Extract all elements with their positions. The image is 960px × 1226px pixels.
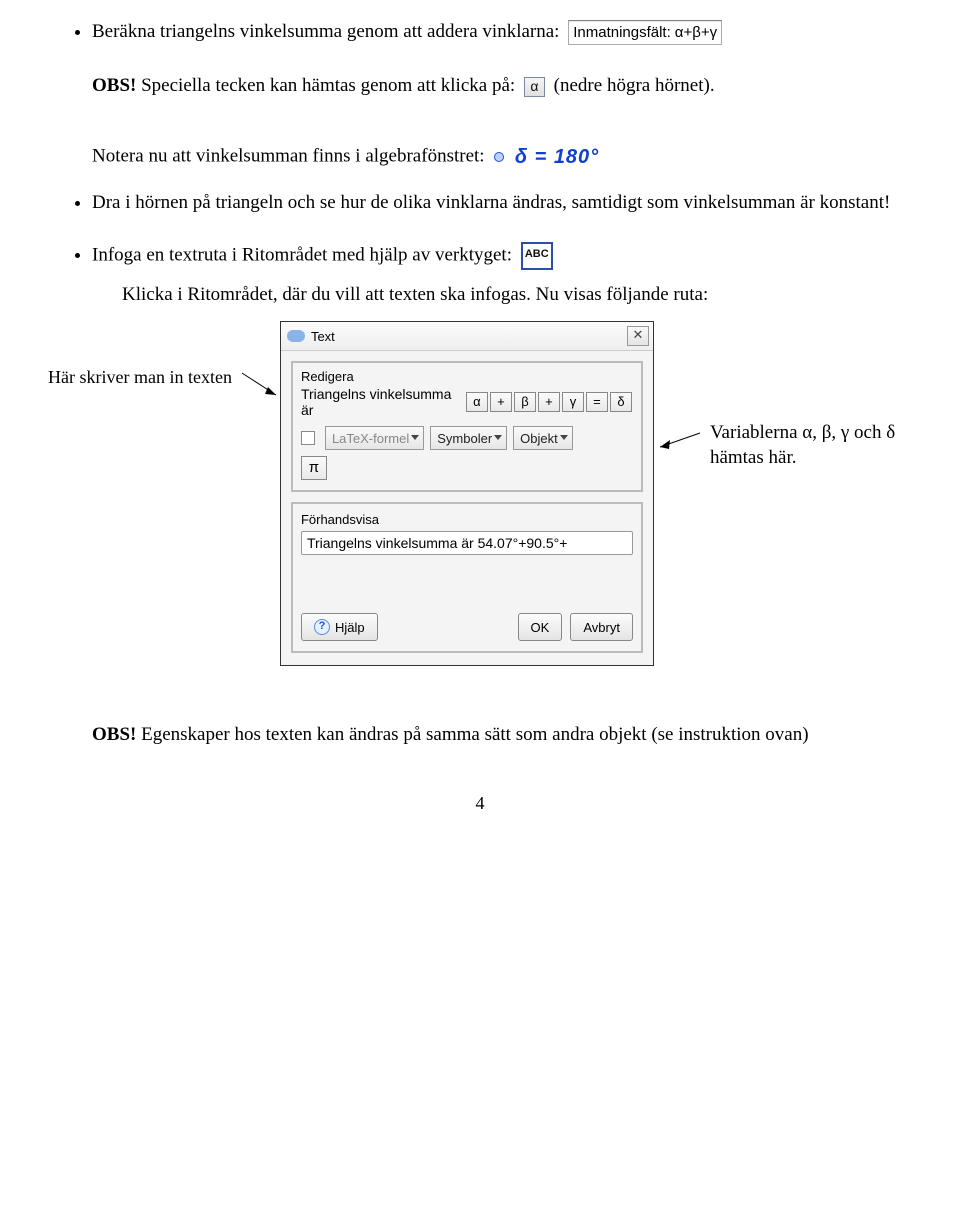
left-annotation: Här skriver man in texten (48, 321, 232, 388)
right-annotation: Variablerna α, β, γ och δ hämtas här. (710, 321, 895, 470)
bullet-drag: Dra i hörnen på triangeln och se hur de … (92, 191, 912, 216)
obs-text: Speciella tecken kan hämtas genom att kl… (141, 75, 515, 96)
redigera-label: Redigera (301, 369, 633, 384)
formula-prefix: Triangelns vinkelsumma är (301, 386, 461, 418)
help-button[interactable]: ? Hjälp (301, 613, 378, 641)
bullet-infoga-text: Infoga en textruta i Ritområdet med hjäl… (92, 244, 512, 265)
pi-button[interactable]: π (301, 456, 327, 480)
abc-tool-button[interactable]: ABC (521, 242, 553, 270)
preview-panel: Förhandsvisa Triangelns vinkelsumma är 5… (291, 502, 643, 653)
chip-plus2[interactable]: + (538, 392, 560, 412)
close-button[interactable]: ✕ (627, 326, 649, 346)
text-dialog: Text ✕ Redigera Triangelns vinkelsumma ä… (280, 321, 654, 666)
arrow-left-icon (238, 321, 280, 411)
symbols-dropdown[interactable]: Symboler (430, 426, 507, 450)
object-dropdown[interactable]: Objekt (513, 426, 573, 450)
delta-equation: δ = 180° (515, 146, 599, 168)
alpha-button[interactable]: α (524, 77, 545, 97)
chip-gamma[interactable]: γ (562, 392, 584, 412)
obs2-line: OBS! Egenskaper hos texten kan ändras på… (92, 720, 868, 750)
edit-panel: Redigera Triangelns vinkelsumma är α + β… (291, 361, 643, 492)
input-widget-value: α+β+γ (675, 24, 717, 41)
dialog-title-text: Text (311, 329, 627, 344)
obs-label: OBS! (92, 75, 136, 96)
latex-dropdown[interactable]: LaTeX-formel (325, 426, 424, 450)
notera-line: Notera nu att vinkelsumman finns i algeb… (92, 141, 868, 173)
obs2-text: Egenskaper hos texten kan ändras på samm… (141, 724, 808, 745)
bullet-infoga: Infoga en textruta i Ritområdet med hjäl… (92, 242, 912, 270)
arrow-right-icon (654, 321, 704, 471)
preview-field: Triangelns vinkelsumma är 54.07°+90.5°+ (301, 531, 633, 555)
dialog-titlebar[interactable]: Text ✕ (281, 322, 653, 351)
chip-alpha[interactable]: α (466, 392, 488, 412)
obs-line: OBS! Speciella tecken kan hämtas genom a… (92, 71, 868, 101)
preview-label: Förhandsvisa (301, 512, 633, 527)
klicka-line: Klicka i Ritområdet, där du vill att tex… (122, 280, 912, 309)
obs2-label: OBS! (92, 724, 136, 745)
chip-eq[interactable]: = (586, 392, 608, 412)
chip-plus1[interactable]: + (490, 392, 512, 412)
chip-beta[interactable]: β (514, 392, 536, 412)
obs-suffix: (nedre högra hörnet). (554, 75, 715, 96)
chip-delta[interactable]: δ (610, 392, 632, 412)
ok-button[interactable]: OK (518, 613, 563, 641)
cancel-button[interactable]: Avbryt (570, 613, 633, 641)
help-icon: ? (314, 619, 330, 635)
input-widget[interactable]: Inmatningsfält:α+β+γ (568, 20, 722, 45)
dialog-icon (287, 330, 305, 342)
latex-checkbox[interactable] (301, 431, 315, 445)
input-widget-label: Inmatningsfält: (573, 24, 671, 41)
page-number: 4 (48, 793, 912, 814)
bullet-berakna: Beräkna triangelns vinkelsumma genom att… (92, 20, 912, 45)
notera-text: Notera nu att vinkelsumman finns i algeb… (92, 146, 485, 167)
point-icon (494, 152, 504, 162)
bullet-text: Beräkna triangelns vinkelsumma genom att… (92, 21, 559, 42)
formula-row[interactable]: Triangelns vinkelsumma är α + β + γ = δ (301, 386, 633, 418)
